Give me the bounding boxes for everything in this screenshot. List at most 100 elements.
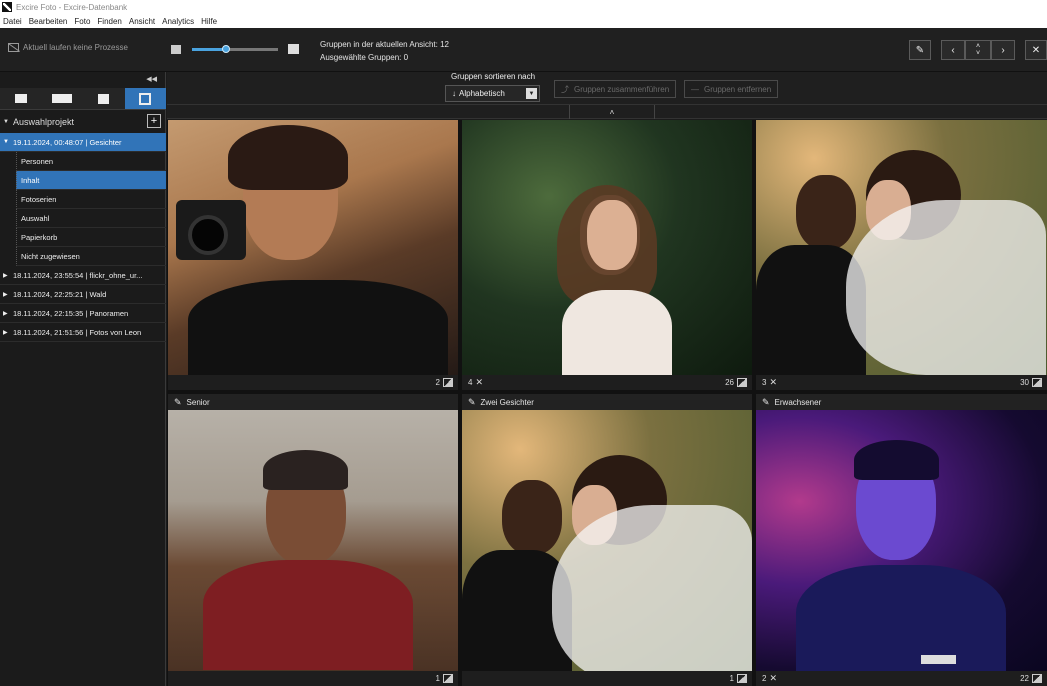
group-tile[interactable]: ✎ Senior 1 — [168, 394, 458, 686]
chevron-right-icon: › — [1001, 44, 1005, 56]
close-button[interactable]: ✕ — [1025, 40, 1047, 60]
group-tile[interactable]: 4 ✕ 26 — [462, 120, 752, 390]
sort-value: Alphabetisch — [459, 89, 505, 98]
pencil-icon[interactable]: ✎ — [762, 397, 770, 408]
menu-finden[interactable]: Finden — [97, 17, 121, 26]
tab-calendar-people[interactable] — [42, 88, 84, 109]
remove-groups-label: Gruppen entfernen — [704, 84, 772, 94]
scroll-up-bar: ˄ — [167, 105, 1047, 119]
group-header[interactable]: ✎ Zwei Gesichter — [462, 394, 752, 410]
next-button[interactable]: › — [991, 40, 1015, 60]
tree-item-auswahl[interactable]: Auswahl — [16, 209, 166, 228]
collapsed-arrow-icon: ▶ — [3, 329, 8, 336]
tree-item-inhalt[interactable]: Inhalt — [16, 171, 166, 190]
shirt-shape — [188, 280, 448, 375]
tree-item-fotoserien[interactable]: Fotoserien — [16, 190, 166, 209]
group-thumbnail[interactable] — [756, 410, 1047, 671]
pencil-icon[interactable]: ✎ — [468, 397, 476, 408]
tab-collections[interactable] — [124, 88, 166, 109]
slider-fill — [192, 48, 227, 51]
group-footer: 2 ✕ 22 — [756, 671, 1047, 686]
tree-item-flickr[interactable]: ▶ 18.11.2024, 23:55:54 | flickr_ohne_ur.… — [0, 266, 166, 285]
tree-item-wald[interactable]: ▶ 18.11.2024, 22:25:21 | Wald — [0, 285, 166, 304]
hair-shape — [263, 450, 348, 490]
group-footer: 4 ✕ 26 — [462, 375, 752, 390]
group-grid: 2 4 ✕ 26 3 ✕ 30 ✎ Senior 1 ✎ Zwei Gesich… — [167, 120, 1047, 686]
group-thumbnail[interactable] — [462, 120, 752, 375]
large-thumbnail-icon[interactable] — [288, 44, 299, 54]
people-icon: ✕ — [475, 377, 483, 387]
merge-groups-button[interactable]: ⤴ Gruppen zusammenführen — [554, 80, 677, 98]
veil-shape — [552, 505, 752, 671]
group-tile[interactable]: ✎ Zwei Gesichter 1 — [462, 394, 752, 686]
tree-item-personen[interactable]: Personen — [16, 152, 166, 171]
hair-shape — [854, 440, 939, 480]
image-icon — [1032, 378, 1042, 387]
minus-icon: — — [691, 84, 699, 94]
previous-button[interactable]: ‹ — [941, 40, 965, 60]
chevron-left-icon: ‹ — [951, 44, 955, 56]
group-header[interactable]: ✎ Senior — [168, 394, 458, 410]
edit-button[interactable]: ✎ — [909, 40, 931, 60]
face-shape — [587, 200, 637, 270]
add-project-button[interactable]: + — [147, 114, 161, 128]
group-thumbnail[interactable] — [756, 120, 1047, 375]
sidebar-tabs — [0, 88, 166, 110]
people-icon: ✕ — [769, 673, 777, 683]
group-tile[interactable]: 2 — [168, 120, 458, 390]
sort-select[interactable]: ↓ Alphabetisch ▼ — [445, 85, 540, 102]
group-thumbnail[interactable] — [168, 410, 458, 671]
sweater-shape — [203, 560, 413, 670]
image-count: 26 — [725, 378, 747, 387]
tree-item-papierkorb[interactable]: Papierkorb — [16, 228, 166, 247]
group-header[interactable]: ✎ Erwachsener — [756, 394, 1047, 410]
group-thumbnail[interactable] — [462, 410, 752, 671]
scroll-up-button[interactable]: ˄ — [569, 105, 655, 119]
menu-bearbeiten[interactable]: Bearbeiten — [29, 17, 68, 26]
image-icon — [443, 674, 453, 683]
image-count: 30 — [1020, 378, 1042, 387]
sidebar: ◀◀ ▼ Auswahlprojekt + ▼ 19.11.2024, 00:4… — [0, 72, 166, 686]
collapse-sidebar-icon[interactable]: ◀◀ — [146, 75, 157, 83]
group-footer: 1 — [462, 671, 752, 686]
tab-folders[interactable] — [0, 88, 42, 109]
group-thumbnail[interactable] — [168, 120, 458, 375]
project-label: Auswahlprojekt — [12, 117, 74, 127]
pencil-icon[interactable]: ✎ — [174, 397, 182, 408]
tree-item-nicht-zugewiesen[interactable]: Nicht zugewiesen — [16, 247, 166, 266]
group-tile[interactable]: 3 ✕ 30 — [756, 120, 1047, 390]
selected-groups: Ausgewählte Gruppen: 0 — [320, 53, 409, 62]
menu-analytics[interactable]: Analytics — [162, 17, 194, 26]
small-thumbnail-icon[interactable] — [171, 45, 181, 54]
remove-groups-button[interactable]: — Gruppen entfernen — [684, 80, 779, 98]
tree-item-gesichter[interactable]: ▼ 19.11.2024, 00:48:07 | Gesichter — [0, 133, 166, 152]
group-tile[interactable]: ✎ Erwachsener 2 ✕ 22 — [756, 394, 1047, 686]
tree-item-label: Personen — [21, 156, 54, 166]
tree-item-label: Auswahl — [21, 213, 50, 223]
toolbar: Aktuell laufen keine Prozesse Gruppen in… — [0, 28, 1047, 72]
tree-item-label: Papierkorb — [21, 232, 58, 242]
menu-datei[interactable]: Datei — [3, 17, 22, 26]
collapse-expand-button[interactable]: ˄ ˅ — [965, 40, 991, 60]
chevron-up-icon: ˄ — [975, 43, 981, 50]
group-name: Senior — [186, 397, 210, 407]
dress-shape — [562, 290, 672, 375]
tree-item-fotos-von-leon[interactable]: ▶ 18.11.2024, 21:51:56 | Fotos von Leon — [0, 323, 166, 342]
expanded-arrow-icon: ▼ — [3, 139, 9, 145]
menu-ansicht[interactable]: Ansicht — [129, 17, 155, 26]
lens-shape — [188, 215, 228, 255]
slider-handle[interactable] — [222, 45, 231, 53]
image-icon — [737, 378, 747, 387]
tree-item-panoramen[interactable]: ▶ 18.11.2024, 22:15:35 | Panoramen — [0, 304, 166, 323]
collapsed-arrow-icon: ▶ — [3, 310, 8, 317]
title-bar: Excire Foto - Excire-Datenbank — [0, 0, 1047, 14]
project-header[interactable]: ▼ Auswahlprojekt + — [0, 112, 166, 132]
people-count: 3 ✕ — [762, 377, 777, 387]
menu-foto[interactable]: Foto — [74, 17, 90, 26]
process-status-text: Aktuell laufen keine Prozesse — [23, 43, 128, 52]
menu-hilfe[interactable]: Hilfe — [201, 17, 217, 26]
tab-search[interactable] — [83, 88, 125, 109]
thumbnail-size-slider[interactable] — [192, 45, 278, 53]
tree-item-label: 18.11.2024, 22:25:21 | Wald — [13, 289, 107, 299]
merge-groups-label: Gruppen zusammenführen — [574, 84, 670, 94]
